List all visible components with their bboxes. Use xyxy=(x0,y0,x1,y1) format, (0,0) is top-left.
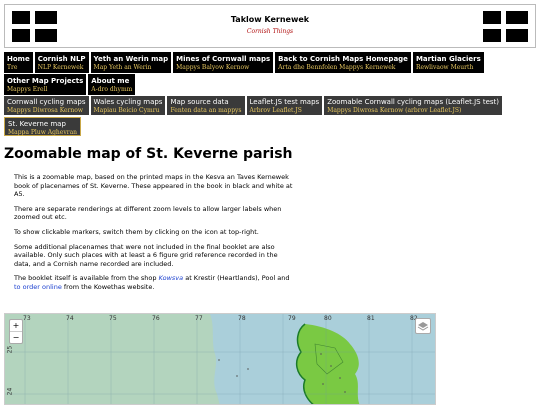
main-nav-row-1: Home Tre Cornish NLP NLP Kernewek Yeth an … xyxy=(4,52,484,73)
grid-tick-label: 77 xyxy=(195,315,203,322)
subnav-st-keverne[interactable]: St. Keverne map Mappa Pluw Aghevran xyxy=(4,117,82,136)
grid-tick-label: 73 xyxy=(23,315,31,322)
site-title: Taklow Kernewek xyxy=(230,15,310,24)
subnav-wales-cycling[interactable]: Wales cycling maps Mapiau Beicio Cymru xyxy=(90,96,166,115)
intro-text: This is a zoomable map, based on the pri… xyxy=(14,173,296,298)
zoom-control: + − xyxy=(9,319,23,344)
nav-about-me[interactable]: About me A-dro dhymm xyxy=(88,74,136,95)
zoom-out-button[interactable]: − xyxy=(10,332,22,343)
subnav-leaflet-test[interactable]: Leaflet.JS test maps Arbrov Leaflet.JS xyxy=(246,96,323,115)
nav-mines-of-cornwall[interactable]: Mines of Cornwall maps Mappys Balyow Kern… xyxy=(173,52,274,73)
grid-tick-label: 80 xyxy=(324,315,332,322)
grid-tick-label: 25 xyxy=(6,345,14,354)
cornish-flag-icon xyxy=(483,11,528,42)
grid-tick-label: 76 xyxy=(152,315,160,322)
site-header: Taklow Kernewek Cornish Things xyxy=(4,4,536,48)
zoom-in-button[interactable]: + xyxy=(10,320,22,332)
sub-nav-row-1: Cornwall cycling maps Mappys Diwrosa Kern… xyxy=(4,96,503,115)
main-nav-row-2: Other Map Projects Mappys Erell About me A… xyxy=(4,74,136,95)
kowsva-link[interactable]: Kowsva xyxy=(159,274,184,282)
order-online-link[interactable]: to order online xyxy=(14,283,62,291)
paragraph-booklet: The booklet itself is available from the… xyxy=(14,274,290,291)
paragraph: This is a zoomable map, based on the pri… xyxy=(14,173,293,199)
nav-home[interactable]: Home Tre xyxy=(4,52,33,73)
page-title: Zoomable map of St. Keverne parish xyxy=(4,146,293,162)
paragraph: To show clickable markers, switch them b… xyxy=(14,227,259,236)
grid-tick-label: 78 xyxy=(238,315,246,322)
map-tiles xyxy=(5,314,435,404)
grid-tick-label: 79 xyxy=(288,315,296,322)
nav-martian-glaciers[interactable]: Martian Glaciers Rewlivaow Meurth xyxy=(412,52,484,73)
grid-tick-label: 81 xyxy=(367,315,375,322)
paragraph: Some additional placenames that were not… xyxy=(14,242,278,268)
subnav-map-source-data[interactable]: Map source data Fenten data an mappys xyxy=(167,96,245,115)
grid-tick-label: 74 xyxy=(66,315,74,322)
nav-cornish-nlp[interactable]: Cornish NLP NLP Kernewek xyxy=(34,52,89,73)
grid-tick-label: 75 xyxy=(109,315,117,322)
subnav-cornwall-cycling[interactable]: Cornwall cycling maps Mappys Diwrosa Kern… xyxy=(4,96,89,115)
grid-tick-label: 24 xyxy=(6,387,14,396)
sub-nav-row-2: St. Keverne map Mappa Pluw Aghevran xyxy=(4,117,82,136)
site-subtitle: Cornish Things xyxy=(246,28,294,35)
paragraph: There are separate renderings at differe… xyxy=(14,204,282,222)
nav-cornish-maps-home[interactable]: Back to Cornish Maps Homepage Arta dhe Be… xyxy=(275,52,411,73)
nav-other-map-projects[interactable]: Other Map Projects Mappys Erell xyxy=(4,74,87,95)
subnav-zoomable-cornwall[interactable]: Zoomable Cornwall cycling maps (Leaflet.… xyxy=(324,96,503,115)
nav-yeth-an-werin[interactable]: Yeth an Werin map Map Yeth an Werin xyxy=(90,52,172,73)
layers-icon[interactable] xyxy=(415,318,431,334)
zoomable-map[interactable]: 73 74 75 76 77 78 79 80 81 82 25 24 + − xyxy=(4,313,436,405)
